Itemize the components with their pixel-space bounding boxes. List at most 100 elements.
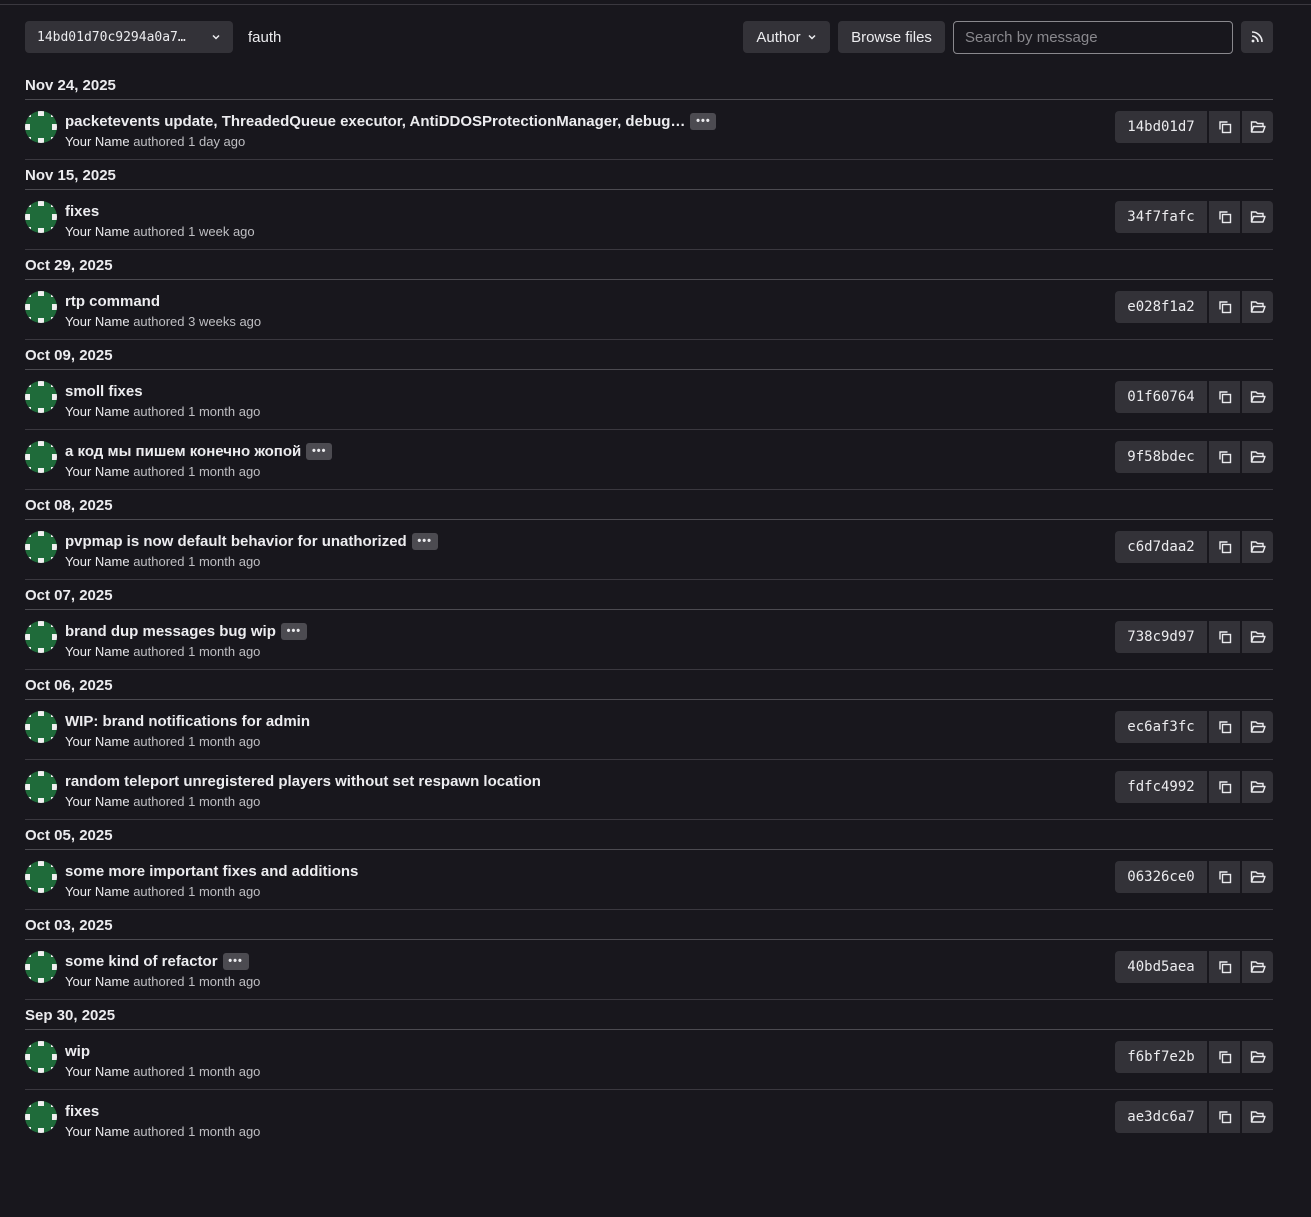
avatar[interactable] bbox=[25, 111, 57, 143]
commit-author[interactable]: Your Name bbox=[65, 1064, 130, 1079]
browse-files-button[interactable]: Browse files bbox=[838, 21, 945, 53]
avatar[interactable] bbox=[25, 951, 57, 983]
browse-commit-files-button[interactable] bbox=[1242, 861, 1273, 893]
commit-author[interactable]: Your Name bbox=[65, 224, 130, 239]
expand-message-button[interactable]: ••• bbox=[280, 623, 307, 640]
commit-sha[interactable]: f6bf7e2b bbox=[1115, 1041, 1207, 1073]
commit-message[interactable]: some more important fixes and additions bbox=[65, 863, 358, 880]
commit-message[interactable]: smoll fixes bbox=[65, 383, 143, 400]
copy-sha-button[interactable] bbox=[1209, 201, 1240, 233]
file-path[interactable]: fauth bbox=[248, 29, 281, 46]
browse-commit-files-button[interactable] bbox=[1242, 201, 1273, 233]
avatar[interactable] bbox=[25, 711, 57, 743]
author-filter-button[interactable]: Author bbox=[743, 21, 830, 53]
commit-message[interactable]: fixes bbox=[65, 203, 99, 220]
commit-sha[interactable]: ae3dc6a7 bbox=[1115, 1101, 1207, 1133]
commit-author[interactable]: Your Name bbox=[65, 554, 130, 569]
browse-commit-files-button[interactable] bbox=[1242, 1101, 1273, 1133]
copy-sha-button[interactable] bbox=[1209, 111, 1240, 143]
browse-commit-files-button[interactable] bbox=[1242, 621, 1273, 653]
avatar[interactable] bbox=[25, 291, 57, 323]
expand-message-button[interactable]: ••• bbox=[690, 113, 717, 130]
commit-row: some kind of refactor ••• Your Name auth… bbox=[25, 940, 1273, 1000]
copy-sha-button[interactable] bbox=[1209, 951, 1240, 983]
expand-message-button[interactable]: ••• bbox=[411, 533, 438, 550]
copy-sha-button[interactable] bbox=[1209, 1041, 1240, 1073]
rss-icon bbox=[1251, 31, 1263, 43]
day-header: Nov 15, 2025 bbox=[25, 160, 1273, 190]
commit-sha[interactable]: 40bd5aea bbox=[1115, 951, 1207, 983]
commit-sha[interactable]: c6d7daa2 bbox=[1115, 531, 1207, 563]
commit-author[interactable]: Your Name bbox=[65, 644, 130, 659]
avatar[interactable] bbox=[25, 1041, 57, 1073]
copy-sha-button[interactable] bbox=[1209, 771, 1240, 803]
commit-sha[interactable]: 738c9d97 bbox=[1115, 621, 1207, 653]
copy-sha-button[interactable] bbox=[1209, 1101, 1240, 1133]
commit-message[interactable]: а код мы пишем конечно жопой bbox=[65, 443, 301, 460]
commit-message[interactable]: pvpmap is now default behavior for unath… bbox=[65, 533, 407, 550]
search-input[interactable] bbox=[953, 21, 1233, 54]
copy-sha-button[interactable] bbox=[1209, 711, 1240, 743]
commit-sha[interactable]: 06326ce0 bbox=[1115, 861, 1207, 893]
avatar[interactable] bbox=[25, 381, 57, 413]
avatar[interactable] bbox=[25, 861, 57, 893]
copy-sha-button[interactable] bbox=[1209, 441, 1240, 473]
commit-author[interactable]: Your Name bbox=[65, 974, 130, 989]
commit-author[interactable]: Your Name bbox=[65, 404, 130, 419]
browse-commit-files-button[interactable] bbox=[1242, 111, 1273, 143]
commit-message[interactable]: packetevents update, ThreadedQueue execu… bbox=[65, 113, 685, 130]
commit-message[interactable]: brand dup messages bug wip bbox=[65, 623, 276, 640]
commit-sha[interactable]: ec6af3fc bbox=[1115, 711, 1207, 743]
commit-authored-text: authored bbox=[133, 644, 185, 659]
commit-message[interactable]: some kind of refactor bbox=[65, 953, 218, 970]
rss-feed-button[interactable] bbox=[1241, 21, 1273, 53]
commit-message[interactable]: rtp command bbox=[65, 293, 160, 310]
commit-sha[interactable]: e028f1a2 bbox=[1115, 291, 1207, 323]
commit-author[interactable]: Your Name bbox=[65, 734, 130, 749]
commit-sha[interactable]: 01f60764 bbox=[1115, 381, 1207, 413]
copy-sha-button[interactable] bbox=[1209, 621, 1240, 653]
commit-author[interactable]: Your Name bbox=[65, 794, 130, 809]
commit-sha[interactable]: 14bd01d7 bbox=[1115, 111, 1207, 143]
commit-sha[interactable]: fdfc4992 bbox=[1115, 771, 1207, 803]
browse-commit-files-button[interactable] bbox=[1242, 531, 1273, 563]
day-header: Oct 06, 2025 bbox=[25, 670, 1273, 700]
copy-sha-button[interactable] bbox=[1209, 381, 1240, 413]
expand-message-button[interactable]: ••• bbox=[222, 953, 249, 970]
commit-actions: 01f60764 bbox=[1115, 381, 1273, 413]
commit-time: 1 month ago bbox=[188, 794, 261, 809]
browse-commit-files-button[interactable] bbox=[1242, 291, 1273, 323]
copy-icon bbox=[1218, 961, 1231, 974]
copy-sha-button[interactable] bbox=[1209, 291, 1240, 323]
avatar[interactable] bbox=[25, 771, 57, 803]
browse-commit-files-button[interactable] bbox=[1242, 711, 1273, 743]
commit-message[interactable]: fixes bbox=[65, 1103, 99, 1120]
commit-sha[interactable]: 34f7fafc bbox=[1115, 201, 1207, 233]
commit-author[interactable]: Your Name bbox=[65, 884, 130, 899]
avatar[interactable] bbox=[25, 201, 57, 233]
commit-message[interactable]: random teleport unregistered players wit… bbox=[65, 773, 541, 790]
commit-message[interactable]: WIP: brand notifications for admin bbox=[65, 713, 310, 730]
browse-commit-files-button[interactable] bbox=[1242, 771, 1273, 803]
commit-author[interactable]: Your Name bbox=[65, 464, 130, 479]
commit-author[interactable]: Your Name bbox=[65, 134, 130, 149]
avatar[interactable] bbox=[25, 441, 57, 473]
ref-selector[interactable]: 14bd01d70c9294a0a7… bbox=[25, 21, 233, 53]
browse-commit-files-button[interactable] bbox=[1242, 441, 1273, 473]
browse-commit-files-button[interactable] bbox=[1242, 1041, 1273, 1073]
avatar[interactable] bbox=[25, 1101, 57, 1133]
commit-author[interactable]: Your Name bbox=[65, 1124, 130, 1139]
commit-time: 3 weeks ago bbox=[188, 314, 262, 329]
browse-commit-files-button[interactable] bbox=[1242, 951, 1273, 983]
avatar[interactable] bbox=[25, 531, 57, 563]
expand-message-button[interactable]: ••• bbox=[306, 443, 333, 460]
browse-commit-files-button[interactable] bbox=[1242, 381, 1273, 413]
commit-sha[interactable]: 9f58bdec bbox=[1115, 441, 1207, 473]
commit-title-line: fixes bbox=[65, 1103, 99, 1120]
commit-meta: Your Name authored 1 month ago bbox=[65, 974, 260, 989]
copy-sha-button[interactable] bbox=[1209, 861, 1240, 893]
commit-message[interactable]: wip bbox=[65, 1043, 90, 1060]
copy-sha-button[interactable] bbox=[1209, 531, 1240, 563]
commit-author[interactable]: Your Name bbox=[65, 314, 130, 329]
avatar[interactable] bbox=[25, 621, 57, 653]
